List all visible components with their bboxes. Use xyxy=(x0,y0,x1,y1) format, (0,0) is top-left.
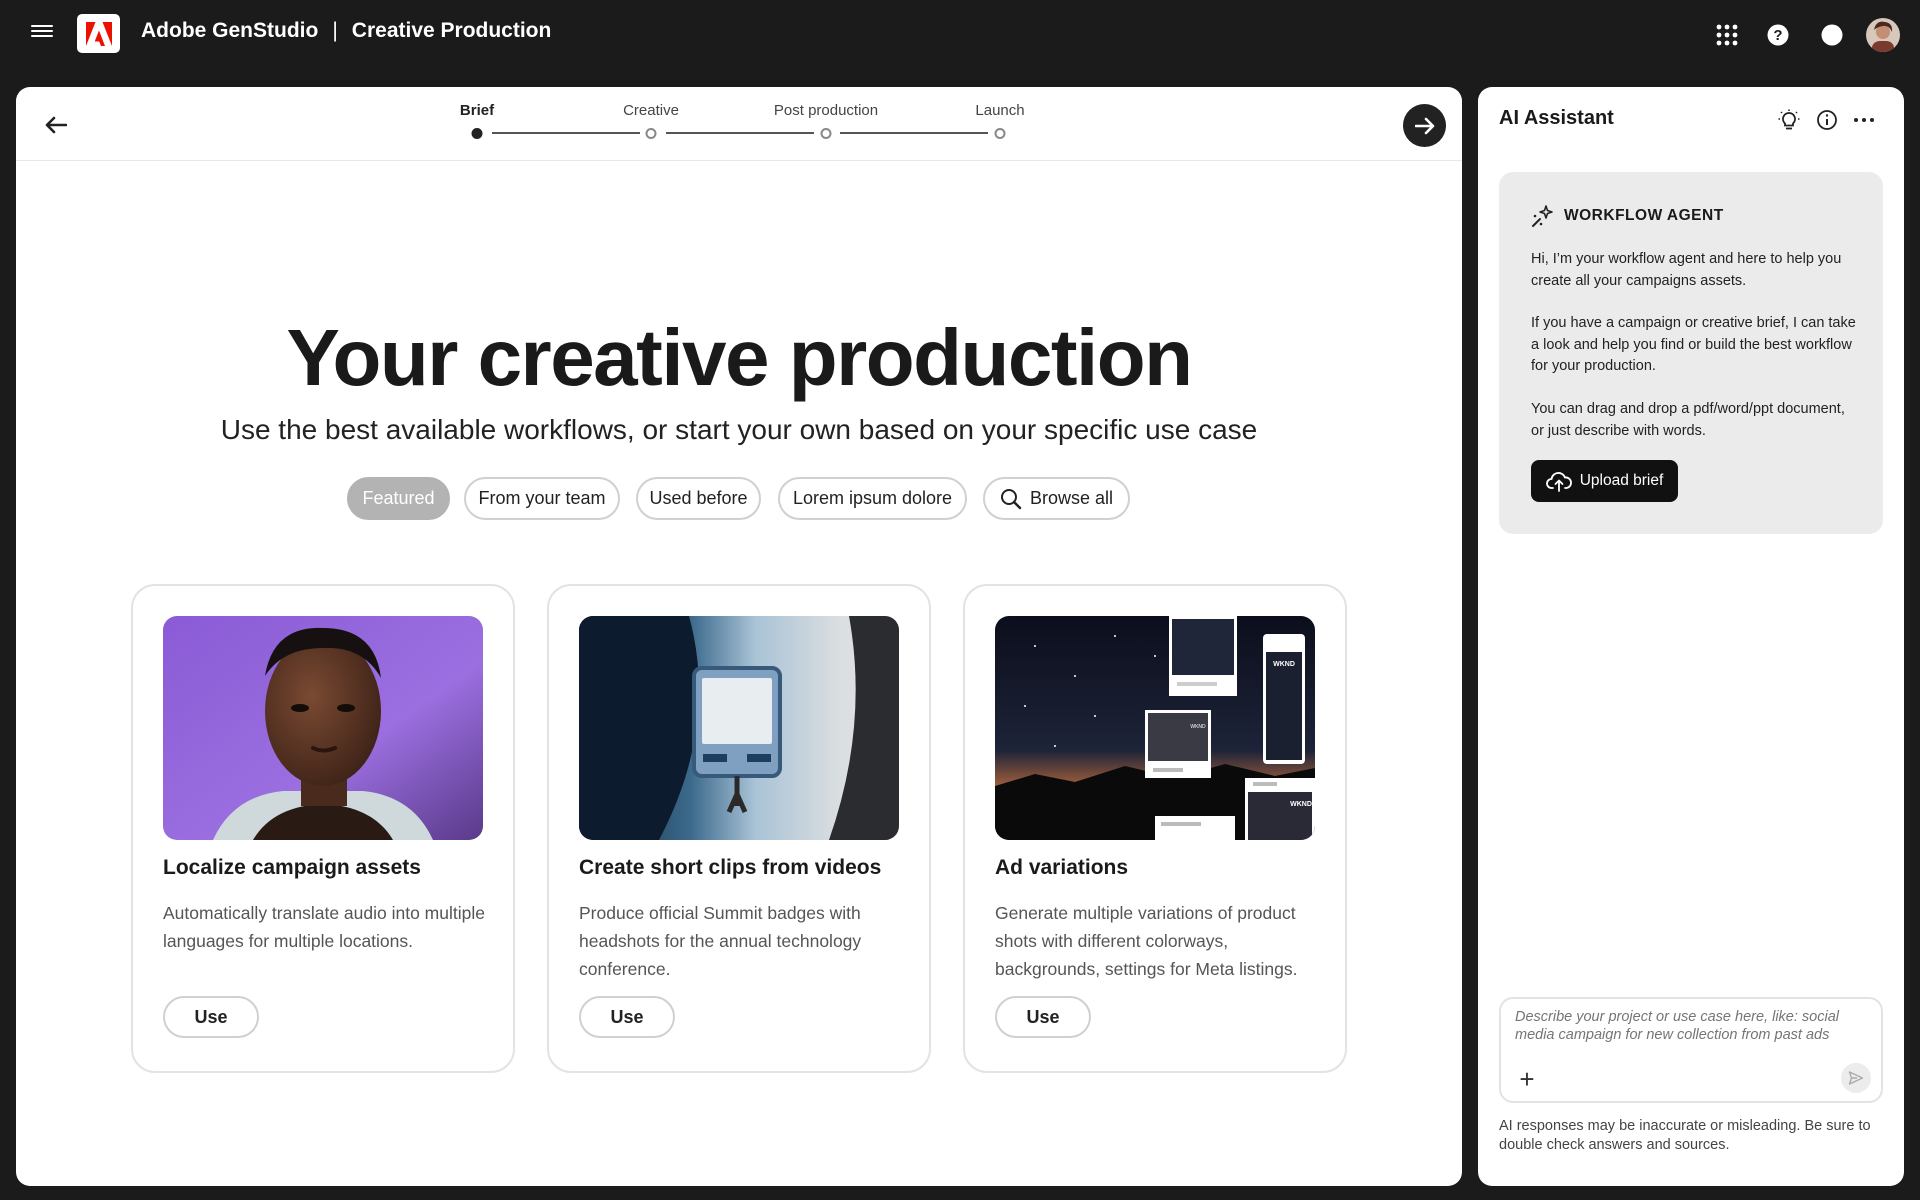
step-launch-label[interactable]: Launch xyxy=(975,102,1024,119)
page-title: Your creative production xyxy=(286,313,1193,402)
user-avatar[interactable] xyxy=(1865,17,1901,53)
workflow-card-ad-variations[interactable]: WKND WKND WKND Ad variations Generate mu… xyxy=(963,584,1347,1073)
send-icon[interactable] xyxy=(1841,1063,1871,1093)
agent-message: If you have a campaign or creative brief… xyxy=(1531,315,1856,374)
use-button[interactable]: Use xyxy=(995,996,1091,1038)
use-button[interactable]: Use xyxy=(579,996,675,1038)
card-description: Automatically translate audio into multi… xyxy=(163,903,485,951)
card-description: Generate multiple variations of product … xyxy=(995,903,1298,979)
main-panel: Brief Creative Post production Launch Yo… xyxy=(16,87,1462,1186)
svg-text:?: ? xyxy=(1773,27,1782,44)
step-connector xyxy=(492,132,640,134)
brand-name: Adobe GenStudio xyxy=(141,19,319,42)
ai-assistant-panel: AI Assistant WORKFLOW AGENT Hi, I’m your… xyxy=(1478,87,1904,1186)
wknd-logo-text: WKND xyxy=(1273,661,1295,668)
browse-all-label: Browse all xyxy=(1029,488,1114,508)
add-attachment-icon[interactable]: + xyxy=(1515,1066,1539,1092)
wknd-logo-text: WKND xyxy=(1290,801,1312,808)
filter-featured[interactable]: Featured xyxy=(347,477,450,520)
card-title: Create short clips from videos xyxy=(579,856,882,879)
step-creative-label[interactable]: Creative xyxy=(623,102,679,119)
apps-grid-icon[interactable] xyxy=(1712,20,1742,50)
agent-message: You can drag and drop a pdf/word/ppt doc… xyxy=(1531,401,1845,439)
workflow-header: Brief Creative Post production Launch xyxy=(16,87,1462,161)
app-title: Adobe GenStudio | Creative Production xyxy=(141,19,551,43)
card-title: Ad variations xyxy=(995,856,1129,879)
workflow-stepper: Brief Creative Post production Launch xyxy=(16,87,1462,161)
assistant-title: AI Assistant xyxy=(1499,107,1614,129)
workflow-card-localize[interactable]: Localize campaign assets Automatically t… xyxy=(131,584,515,1073)
night-sky-ad-mockups: WKND WKND WKND xyxy=(995,616,1315,840)
step-connector xyxy=(666,132,814,134)
top-bar: Adobe GenStudio | Creative Production ? xyxy=(0,0,1920,70)
adobe-logo[interactable] xyxy=(77,14,120,53)
filter-browse-all[interactable]: Browse all xyxy=(983,477,1130,520)
upload-brief-label: Upload brief xyxy=(1579,472,1664,489)
prompt-input[interactable] xyxy=(1515,1009,1855,1067)
card-description: Produce official Summit badges with head… xyxy=(579,903,862,979)
card-title: Localize campaign assets xyxy=(163,856,421,879)
page-subtitle: Use the best available workflows, or sta… xyxy=(220,414,1258,445)
filter-from-your-team[interactable]: From your team xyxy=(464,477,620,520)
agent-header: WORKFLOW AGENT xyxy=(1531,204,1724,228)
help-icon[interactable]: ? xyxy=(1763,20,1793,50)
cloud-upload-icon xyxy=(1545,472,1572,492)
info-icon[interactable] xyxy=(1814,107,1840,133)
step-brief-dot[interactable] xyxy=(471,128,483,139)
next-step-button[interactable] xyxy=(1403,104,1446,147)
wknd-logo-text: WKND xyxy=(1190,724,1206,730)
agent-label: WORKFLOW AGENT xyxy=(1564,207,1724,224)
more-options-icon[interactable] xyxy=(1851,107,1877,133)
step-post-production-dot[interactable] xyxy=(820,128,832,139)
notifications-icon[interactable] xyxy=(1817,20,1847,50)
step-connector xyxy=(840,132,988,134)
badge-photo xyxy=(579,616,899,840)
section-name: Creative Production xyxy=(351,19,552,42)
sparkle-agent-icon xyxy=(1532,205,1553,227)
use-button[interactable]: Use xyxy=(163,996,259,1038)
filter-used-before[interactable]: Used before xyxy=(636,477,761,520)
search-icon xyxy=(1000,488,1022,509)
menu-icon[interactable] xyxy=(31,22,53,44)
title-separator: | xyxy=(332,19,338,42)
ai-disclaimer: AI responses may be inaccurate or mislea… xyxy=(1499,1118,1871,1153)
prompt-composer: + xyxy=(1499,997,1883,1103)
workflow-card-short-clips[interactable]: Create short clips from videos Produce o… xyxy=(547,584,931,1073)
filter-chips: Featured From your team Used before Lore… xyxy=(16,477,1462,521)
lightbulb-icon[interactable] xyxy=(1776,107,1802,133)
step-launch-dot[interactable] xyxy=(994,128,1006,139)
step-post-production-label[interactable]: Post production xyxy=(774,102,878,119)
step-brief-label[interactable]: Brief xyxy=(460,102,494,119)
workflow-agent-card: WORKFLOW AGENT Hi, I’m your workflow age… xyxy=(1499,172,1883,534)
filter-lorem-ipsum[interactable]: Lorem ipsum dolore xyxy=(778,477,967,520)
portrait-photo xyxy=(163,616,483,840)
agent-message: Hi, I’m your workflow agent and here to … xyxy=(1531,251,1842,289)
step-creative-dot[interactable] xyxy=(645,128,657,139)
upload-brief-button[interactable]: Upload brief xyxy=(1531,460,1678,502)
